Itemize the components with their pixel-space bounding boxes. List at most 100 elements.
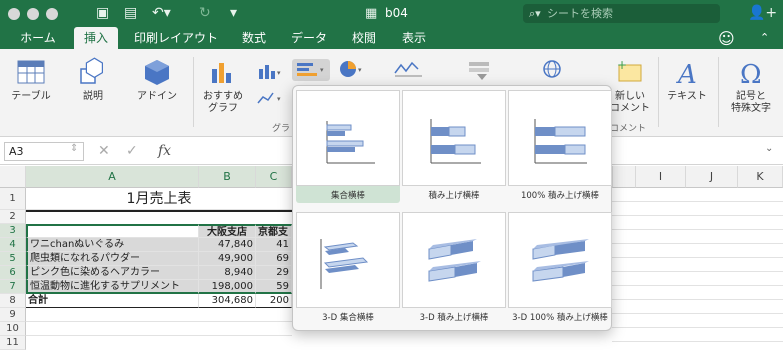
row-header-3[interactable]: 3 bbox=[0, 224, 26, 238]
sparkline-icon bbox=[394, 61, 422, 77]
close-window-button[interactable] bbox=[8, 8, 20, 20]
sheet-title-cell[interactable]: 1月売上表 bbox=[26, 188, 292, 210]
total-label-cell[interactable]: 合計 bbox=[26, 294, 199, 308]
save-icon[interactable]: ▤ bbox=[124, 4, 137, 22]
row-header-10[interactable]: 10 bbox=[0, 322, 26, 336]
tab-home[interactable]: ホーム bbox=[12, 27, 64, 49]
symbols-label-1: 記号と bbox=[736, 91, 766, 102]
column-header-a[interactable]: A bbox=[26, 166, 199, 188]
tab-view[interactable]: 表示 bbox=[394, 27, 434, 49]
tab-data[interactable]: データ bbox=[284, 27, 334, 49]
row-header-4[interactable]: 4 bbox=[0, 238, 26, 252]
row-header-6[interactable]: 6 bbox=[0, 266, 26, 280]
svg-text:+: + bbox=[617, 58, 627, 72]
zoom-window-button[interactable] bbox=[46, 8, 58, 20]
header-osaka-cell[interactable]: 大阪支店 bbox=[199, 224, 256, 238]
row-header-8[interactable]: 8 bbox=[0, 294, 26, 308]
tab-page-layout[interactable]: 印刷レイアウト bbox=[128, 27, 224, 49]
symbols-button[interactable]: Ω 記号と 特殊文字 bbox=[724, 57, 778, 115]
item-name-cell[interactable]: 恒温動物に進化するサプリメント bbox=[26, 280, 199, 294]
svg-text:▾: ▾ bbox=[277, 69, 281, 77]
column-chart-button[interactable]: ▾ bbox=[254, 63, 284, 84]
row-header-7[interactable]: 7 bbox=[0, 280, 26, 294]
ribbon-divider bbox=[658, 57, 659, 127]
total-kyoto-cell[interactable]: 200 bbox=[256, 294, 292, 308]
search-sheet-input[interactable]: ⌕▾ シートを検索 bbox=[523, 4, 720, 23]
chart-option-100-stacked-bar[interactable]: 100% 積み上げ横棒 bbox=[508, 90, 612, 203]
chart-option-3d-clustered-bar[interactable]: 3-D 集合横棒 bbox=[296, 212, 400, 325]
row-header-2[interactable]: 2 bbox=[0, 210, 26, 224]
illustrations-button[interactable]: 説明 bbox=[68, 57, 118, 103]
share-user-icon[interactable]: 👤+ bbox=[748, 4, 777, 22]
table-icon bbox=[17, 60, 45, 84]
ribbon-divider bbox=[718, 57, 719, 127]
table-button[interactable]: テーブル bbox=[6, 57, 56, 103]
chart-option-clustered-bar[interactable]: 集合横棒 bbox=[296, 90, 400, 203]
column-header-b[interactable]: B bbox=[199, 166, 256, 188]
ribbon-tabs: ホーム 挿入 印刷レイアウト 数式 データ 校閲 表示 ☺ ⌃ bbox=[0, 27, 783, 49]
cell-a3[interactable] bbox=[26, 224, 199, 238]
column-chart-icon: ▾ bbox=[259, 65, 281, 79]
customize-toolbar-icon[interactable]: ▾ bbox=[230, 4, 237, 22]
insert-function-icon[interactable]: fx bbox=[158, 143, 171, 159]
chart-option-3d-stacked-bar[interactable]: 3-D 積み上げ横棒 bbox=[402, 212, 506, 325]
addins-cube-icon bbox=[145, 60, 169, 85]
item-name-cell[interactable]: ワニchanぬいぐるみ bbox=[26, 238, 199, 252]
filter-slicer-button[interactable] bbox=[462, 59, 498, 84]
item-name-cell[interactable]: 爬虫類になれるパウダー bbox=[26, 252, 199, 266]
expand-formula-icon[interactable]: ⌄ bbox=[765, 143, 773, 154]
item-osaka-cell[interactable]: 49,900 bbox=[199, 252, 256, 266]
select-all-corner[interactable] bbox=[0, 166, 26, 188]
cancel-icon[interactable]: ✕ bbox=[98, 143, 110, 159]
undo-icon[interactable]: ↶▾ bbox=[152, 4, 171, 22]
sparkline-button[interactable] bbox=[390, 59, 430, 82]
column-header-c[interactable]: C bbox=[256, 166, 292, 188]
item-osaka-cell[interactable]: 8,940 bbox=[199, 266, 256, 280]
clustered-bar-icon bbox=[326, 121, 375, 164]
tab-review[interactable]: 校閲 bbox=[344, 27, 384, 49]
tab-formulas[interactable]: 数式 bbox=[234, 27, 274, 49]
column-header-i[interactable]: I bbox=[636, 166, 686, 188]
column-header-h-partial[interactable] bbox=[612, 166, 636, 188]
new-comment-button[interactable]: + 新しい コメント bbox=[608, 57, 652, 115]
row-header-1[interactable]: 1 bbox=[0, 188, 26, 210]
redo-icon[interactable]: ↻ bbox=[199, 4, 211, 22]
row-header-9[interactable]: 9 bbox=[0, 308, 26, 322]
column-header-j[interactable]: J bbox=[686, 166, 738, 188]
chart-thumbnail bbox=[402, 90, 506, 186]
addins-button[interactable]: アドイン bbox=[132, 57, 182, 103]
minimize-window-button[interactable] bbox=[27, 8, 39, 20]
chart-thumbnail bbox=[402, 212, 506, 308]
item-osaka-cell[interactable]: 198,000 bbox=[199, 280, 256, 294]
bar-chart-button[interactable]: ▾ bbox=[292, 59, 330, 81]
chart-option-3d-100-stacked-bar[interactable]: 3-D 100% 積み上げ横棒 bbox=[508, 212, 612, 325]
enter-check-icon[interactable]: ✓ bbox=[126, 143, 138, 159]
pie-chart-button[interactable]: ▾ bbox=[336, 59, 366, 82]
recommended-charts-button[interactable]: おすすめ グラフ bbox=[198, 57, 248, 115]
item-kyoto-cell[interactable]: 29 bbox=[256, 266, 292, 280]
item-name-cell[interactable]: ピンク色に染めるヘアカラー bbox=[26, 266, 199, 280]
text-label: テキスト bbox=[667, 91, 707, 102]
line-chart-button[interactable]: ▾ bbox=[254, 89, 284, 110]
item-kyoto-cell[interactable]: 41 bbox=[256, 238, 292, 252]
illustrations-label: 説明 bbox=[83, 91, 103, 102]
total-osaka-cell[interactable]: 304,680 bbox=[199, 294, 256, 308]
column-header-k[interactable]: K bbox=[738, 166, 783, 188]
row-header-11[interactable]: 11 bbox=[0, 336, 26, 350]
text-button[interactable]: A テキスト bbox=[662, 57, 712, 103]
stacked-100-bar-icon bbox=[534, 119, 587, 164]
item-kyoto-cell[interactable]: 69 bbox=[256, 252, 292, 266]
collapse-ribbon-icon[interactable]: ⌃ bbox=[760, 31, 769, 44]
sidebar-icon[interactable]: ▣ bbox=[96, 4, 109, 22]
item-kyoto-cell[interactable]: 59 bbox=[256, 280, 292, 294]
row-header-5[interactable]: 5 bbox=[0, 252, 26, 266]
feedback-smiley-icon[interactable]: ☺ bbox=[718, 29, 735, 48]
chart-option-stacked-bar[interactable]: 積み上げ横棒 bbox=[402, 90, 506, 203]
item-osaka-cell[interactable]: 47,840 bbox=[199, 238, 256, 252]
recommended-chart-icon bbox=[212, 63, 231, 83]
link-button[interactable] bbox=[536, 59, 572, 84]
header-kyoto-cell[interactable]: 京都支 bbox=[256, 224, 292, 238]
tab-insert[interactable]: 挿入 bbox=[74, 27, 118, 49]
name-box-stepper-icon[interactable]: ⇕ bbox=[70, 143, 78, 154]
comment-label-2: コメント bbox=[610, 103, 650, 114]
